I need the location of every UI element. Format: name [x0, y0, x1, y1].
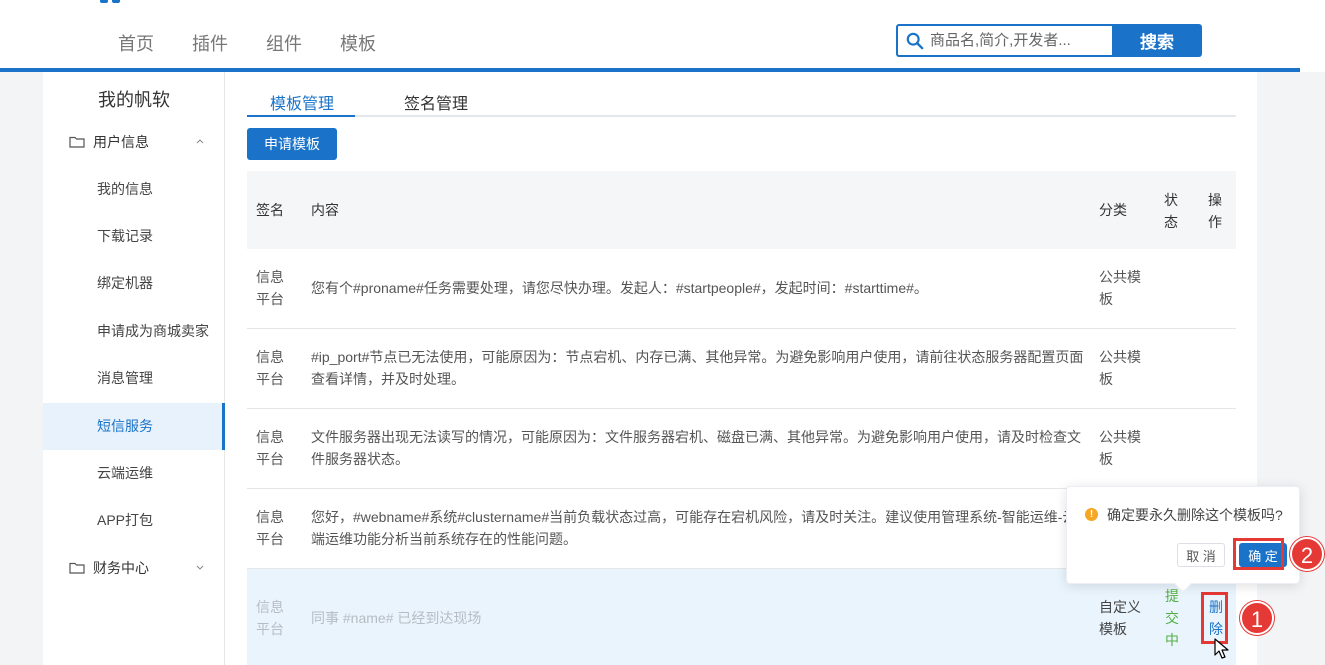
top-header: 首页 插件 组件 模板 搜索 — [0, 0, 1325, 72]
th-status-line2: 态 — [1164, 214, 1178, 230]
table-row: 信息 平台 您有个#proname#任务需要处理，请您尽快办理。发起人：#sta… — [247, 249, 1236, 329]
cell-category: 公共模 板 — [1099, 266, 1141, 310]
status-char: 提 — [1165, 588, 1179, 604]
apply-template-button[interactable]: 申请模板 — [247, 128, 337, 160]
signature-line1: 信息 — [256, 509, 284, 525]
step-marker-2: 2 — [1290, 537, 1324, 571]
chevron-up-icon — [196, 139, 204, 144]
sidebar-group-finance[interactable]: 财务中心 — [43, 546, 225, 590]
sidebar-item-cloud-ops[interactable]: 云端运维 — [43, 450, 225, 497]
sidebar-item-app-pack[interactable]: APP打包 — [43, 497, 225, 544]
signature-line1: 信息 — [256, 269, 284, 285]
signature-line2: 平台 — [256, 531, 284, 547]
th-action-line2: 作 — [1208, 214, 1222, 230]
th-signature: 签名 — [256, 202, 284, 218]
tab-template-management[interactable]: 模板管理 — [270, 90, 334, 114]
sidebar-item-my-info[interactable]: 我的信息 — [43, 166, 225, 213]
annotation-box-delete — [1201, 592, 1228, 644]
nav-home[interactable]: 首页 — [118, 30, 154, 56]
main-nav: 首页 插件 组件 模板 — [118, 30, 376, 56]
folder-icon — [69, 562, 85, 574]
category-line1: 公共模 — [1099, 269, 1141, 285]
table-header: 签名 内容 分类 状 态 操 作 — [247, 171, 1236, 249]
cell-category: 公共模 板 — [1099, 346, 1141, 390]
cell-category: 公共模 板 — [1099, 426, 1141, 470]
confirm-message: 确定要永久删除这个模板吗? — [1107, 507, 1283, 523]
nav-templates[interactable]: 模板 — [340, 30, 376, 56]
signature-line2: 平台 — [256, 621, 284, 637]
category-line2: 模板 — [1099, 621, 1127, 637]
cell-content: 文件服务器出现无法读写的情况，可能原因为：文件服务器宕机、磁盘已满、其他异常。为… — [311, 429, 1081, 467]
status-char: 交 — [1165, 610, 1179, 626]
cell-signature: 信息 平台 — [256, 266, 284, 310]
folder-icon — [69, 136, 85, 148]
cell-signature: 信息 平台 — [256, 506, 284, 550]
sidebar-item-downloads[interactable]: 下载记录 — [43, 213, 225, 260]
sidebar-group-user-info[interactable]: 用户信息 — [43, 120, 225, 164]
th-category: 分类 — [1099, 202, 1127, 218]
search-icon — [906, 32, 924, 49]
sidebar-title: 我的帆软 — [98, 90, 170, 110]
tab-bar: 模板管理 签名管理 — [247, 80, 1236, 117]
nav-components[interactable]: 组件 — [266, 30, 302, 56]
cell-content: 您好，#webname#系统#clustername#当前负载状态过高，可能存在… — [311, 509, 1077, 547]
signature-line2: 平台 — [256, 451, 284, 467]
th-status-line1: 状 — [1164, 192, 1178, 208]
th-action-line1: 操 — [1208, 192, 1222, 208]
table-row: 信息 平台 #ip_port#节点已无法使用，可能原因为：节点宕机、内存已满、其… — [247, 329, 1236, 409]
category-line2: 板 — [1099, 291, 1113, 307]
nav-plugins[interactable]: 插件 — [192, 30, 228, 56]
warning-icon: ! — [1085, 508, 1098, 521]
step-marker-1: 1 — [1240, 601, 1274, 635]
category-line2: 板 — [1099, 371, 1113, 387]
search-button[interactable]: 搜索 — [1112, 24, 1202, 57]
category-line1: 自定义 — [1099, 599, 1141, 615]
sidebar: 我的帆软 用户信息 我的信息 下载记录 绑定机器 申请成为商城卖家 消息管理 短… — [43, 72, 225, 665]
cell-signature: 信息 平台 — [256, 346, 284, 390]
annotation-box-confirm — [1233, 538, 1284, 570]
sidebar-group-label: 财务中心 — [93, 560, 149, 576]
sidebar-item-messages[interactable]: 消息管理 — [43, 355, 225, 402]
signature-line2: 平台 — [256, 371, 284, 387]
cell-signature: 信息 平台 — [256, 596, 284, 640]
status-submitting: 提 交 中 — [1165, 585, 1179, 651]
tab-active-indicator — [247, 115, 355, 117]
cell-content: #ip_port#节点已无法使用，可能原因为：节点宕机、内存已满、其他异常。为避… — [311, 349, 1084, 387]
th-action: 操 作 — [1208, 189, 1222, 233]
sidebar-group-label: 用户信息 — [93, 134, 149, 150]
sidebar-item-become-seller[interactable]: 申请成为商城卖家 — [43, 308, 225, 355]
signature-line1: 信息 — [256, 349, 284, 365]
cursor-icon — [1214, 638, 1229, 659]
cell-content: 您有个#proname#任务需要处理，请您尽快办理。发起人：#startpeop… — [311, 280, 928, 296]
signature-line2: 平台 — [256, 291, 284, 307]
th-status: 状 态 — [1164, 189, 1178, 233]
tab-signature-management[interactable]: 签名管理 — [404, 90, 468, 114]
category-line1: 公共模 — [1099, 349, 1141, 365]
signature-line1: 信息 — [256, 429, 284, 445]
th-content: 内容 — [311, 202, 339, 218]
category-line2: 板 — [1099, 451, 1113, 467]
status-char: 中 — [1165, 632, 1179, 648]
search-box — [896, 24, 1112, 57]
chevron-down-icon — [196, 565, 204, 570]
cell-signature: 信息 平台 — [256, 426, 284, 470]
search-bar: 搜索 — [896, 24, 1202, 57]
cell-content: 同事 #name# 已经到达现场 — [311, 610, 482, 626]
sidebar-item-bind-machine[interactable]: 绑定机器 — [43, 260, 225, 307]
cancel-button[interactable]: 取 消 — [1177, 543, 1225, 567]
sidebar-item-sms-service[interactable]: 短信服务 — [43, 403, 225, 450]
logo[interactable] — [100, 0, 122, 3]
signature-line1: 信息 — [256, 599, 284, 615]
category-line1: 公共模 — [1099, 429, 1141, 445]
search-input[interactable] — [930, 32, 1105, 49]
cell-category: 自定义 模板 — [1099, 596, 1141, 640]
table-row: 信息 平台 文件服务器出现无法读写的情况，可能原因为：文件服务器宕机、磁盘已满、… — [247, 409, 1236, 489]
